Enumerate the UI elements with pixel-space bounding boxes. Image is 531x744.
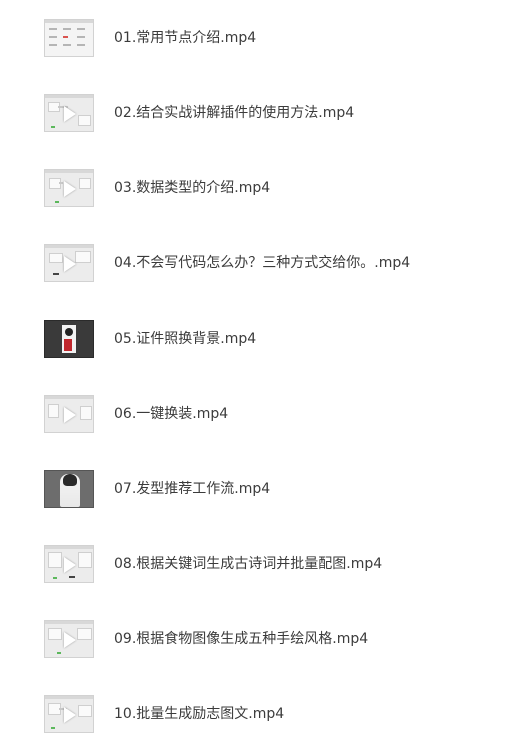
play-icon — [64, 632, 76, 648]
play-icon — [64, 407, 76, 423]
video-file-list: 01.常用节点介绍.mp4 02.结合实战讲解插件的使用方法.mp4 03.数据… — [0, 0, 531, 740]
file-row[interactable]: 05.证件照换背景.mp4 — [0, 309, 531, 369]
play-icon — [64, 256, 76, 272]
play-icon — [64, 106, 76, 122]
file-name[interactable]: 01.常用节点介绍.mp4 — [114, 28, 256, 48]
play-icon — [64, 181, 76, 197]
file-row[interactable]: 08.根据关键词生成古诗词并批量配图.mp4 — [0, 534, 531, 594]
video-thumbnail[interactable] — [44, 320, 94, 358]
file-row[interactable]: 03.数据类型的介绍.mp4 — [0, 158, 531, 218]
file-row[interactable]: 01.常用节点介绍.mp4 — [0, 8, 531, 68]
play-icon — [64, 557, 76, 573]
file-name[interactable]: 02.结合实战讲解插件的使用方法.mp4 — [114, 103, 354, 123]
file-row[interactable]: 07.发型推荐工作流.mp4 — [0, 459, 531, 519]
video-thumbnail[interactable] — [44, 19, 94, 57]
file-row[interactable]: 02.结合实战讲解插件的使用方法.mp4 — [0, 83, 531, 143]
file-row[interactable]: 09.根据食物图像生成五种手绘风格.mp4 — [0, 609, 531, 669]
file-name[interactable]: 08.根据关键词生成古诗词并批量配图.mp4 — [114, 554, 382, 574]
file-row[interactable]: 06.一键换装.mp4 — [0, 384, 531, 444]
file-name[interactable]: 09.根据食物图像生成五种手绘风格.mp4 — [114, 629, 368, 649]
file-name[interactable]: 10.批量生成励志图文.mp4 — [114, 704, 284, 724]
video-thumbnail[interactable] — [44, 94, 94, 132]
video-thumbnail[interactable] — [44, 695, 94, 733]
video-thumbnail[interactable] — [44, 620, 94, 658]
file-name[interactable]: 05.证件照换背景.mp4 — [114, 329, 256, 349]
video-thumbnail[interactable] — [44, 545, 94, 583]
video-thumbnail[interactable] — [44, 395, 94, 433]
video-thumbnail[interactable] — [44, 470, 94, 508]
file-name[interactable]: 04.不会写代码怎么办？三种方式交给你。.mp4 — [114, 253, 410, 273]
file-row[interactable]: 04.不会写代码怎么办？三种方式交给你。.mp4 — [0, 233, 531, 293]
video-thumbnail[interactable] — [44, 169, 94, 207]
file-name[interactable]: 06.一键换装.mp4 — [114, 404, 228, 424]
play-icon — [64, 707, 76, 723]
file-row[interactable]: 10.批量生成励志图文.mp4 — [0, 684, 531, 744]
file-name[interactable]: 07.发型推荐工作流.mp4 — [114, 479, 270, 499]
file-name[interactable]: 03.数据类型的介绍.mp4 — [114, 178, 270, 198]
video-thumbnail[interactable] — [44, 244, 94, 282]
